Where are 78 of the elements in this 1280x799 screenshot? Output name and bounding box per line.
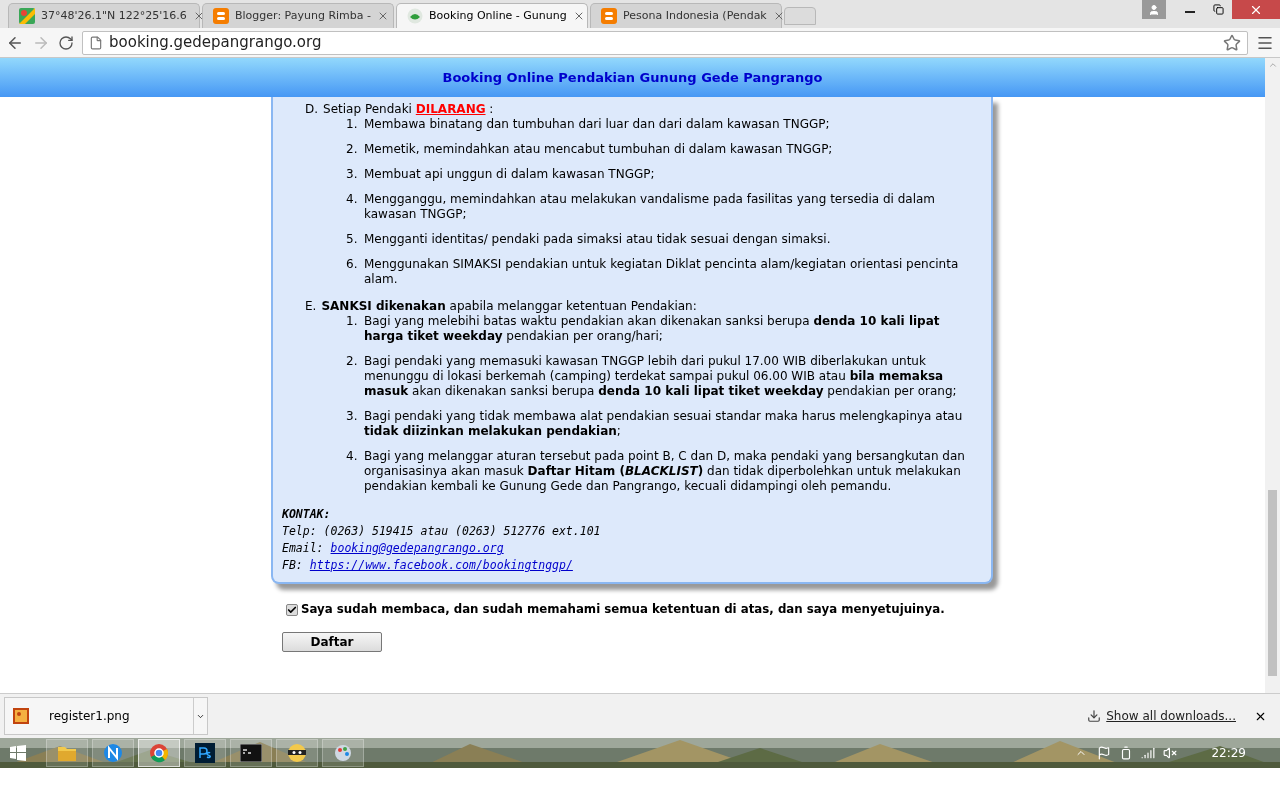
- profile-button[interactable]: [1142, 0, 1166, 19]
- contact-title: KONTAK:: [282, 506, 331, 523]
- browser-tab[interactable]: Blogger: Payung Rimba -: [202, 3, 394, 28]
- item-number: 6.: [346, 257, 359, 273]
- taskbar-button[interactable]: [92, 739, 134, 767]
- item-number: 2.: [346, 142, 359, 157]
- taskbar-button[interactable]: [184, 739, 226, 767]
- show-all-downloads-link[interactable]: Show all downloads...: [1106, 707, 1236, 725]
- section-marker: D.: [305, 102, 319, 117]
- rule-text: Mengganggu, memindahkan atau melakukan vandalisme pada fasilitas yang tersedia di dalam kawasan TNGGP;: [364, 192, 936, 222]
- muted-speaker-icon[interactable]: [1163, 746, 1178, 760]
- rule-text: Bagi pendaki yang memasuki kawasan TNGGP lebih dari pukul 17.00 WIB diberlakukan untuk menunggu di lokasi berkemah (camping) terdekat sampai pukul 06.00 WIB atau bila memaksa masuk akan dikenakan sanksi berupa denda 10 kali lipat tiket weekday pendakian per orang;: [364, 354, 958, 399]
- agree-checkbox[interactable]: [286, 603, 298, 616]
- item-number: 1.: [346, 117, 359, 132]
- blogger-icon: [601, 8, 617, 24]
- flag-icon[interactable]: [1097, 746, 1112, 760]
- agree-label: Saya sudah membaca, dan sudah memahami semua ketentuan di atas, dan saya menyetujuinya.: [301, 601, 945, 618]
- section-marker: E.: [305, 299, 317, 314]
- user-icon: [1148, 3, 1160, 16]
- compass-icon: [103, 743, 123, 763]
- rule-text: Menggunakan SIMAKSI pendakian untuk kegiatan Diklat pencinta alam/kegiatan orientasi pencinta alam.: [364, 257, 960, 287]
- item-number: 4.: [346, 449, 359, 465]
- start-icon[interactable]: [10, 745, 26, 761]
- palette-icon: [333, 743, 353, 763]
- scroll-thumb[interactable]: [1268, 490, 1277, 676]
- photo-editor-icon: [195, 743, 215, 763]
- section-heading: Setiap Pendaki DILARANG :: [323, 102, 494, 117]
- item-number: 3.: [346, 167, 359, 182]
- rule-text: Membawa binatang dan tumbuhan dari luar dan dari dalam kawasan TNGGP;: [364, 117, 830, 132]
- section-heading: SANKSI dikenakan apabila melanggar ketentuan Pendakian:: [321, 299, 697, 314]
- contact-label: FB:: [282, 557, 303, 574]
- ninja-icon: [286, 743, 308, 763]
- clock[interactable]: 22:29: [1211, 744, 1246, 762]
- contact-link[interactable]: booking@gedepangrango.org: [330, 540, 504, 557]
- contact-link[interactable]: https://www.facebook.com/bookingtnggp/: [309, 557, 573, 574]
- download-item[interactable]: register1.png: [4, 697, 208, 735]
- blogger-icon: [213, 8, 229, 24]
- reload-icon[interactable]: [58, 34, 74, 51]
- browser-tab[interactable]: Booking Online - Gunung: [396, 3, 588, 28]
- tab-title: Booking Online - Gunung: [429, 7, 567, 24]
- map-icon: [19, 8, 35, 24]
- header-title: Booking Online Pendakian Gunung Gede Pangrango: [442, 68, 823, 87]
- register-button[interactable]: Daftar: [282, 631, 382, 652]
- browser-tab[interactable]: 37°48'26.1"N 122°25'16.6: [8, 3, 200, 28]
- tab-title: 37°48'26.1"N 122°25'16.6: [41, 7, 187, 24]
- scrollbar[interactable]: [1265, 58, 1280, 693]
- rule-text: Memetik, memindahkan atau mencabut tumbuhan di dalam kawasan TNGGP;: [364, 142, 833, 157]
- page-icon: [89, 35, 103, 50]
- globe-icon: [407, 8, 423, 24]
- chrome-icon: [149, 743, 169, 763]
- item-number: 4.: [346, 192, 359, 208]
- browser-tab[interactable]: Pesona Indonesia (Pendak: [590, 3, 782, 28]
- minimize-icon: [1185, 10, 1195, 13]
- item-number: 1.: [346, 314, 359, 330]
- taskbar-button[interactable]: [230, 739, 272, 767]
- contact-label: Email:: [282, 540, 324, 557]
- rule-text: Bagi yang melanggar aturan tersebut pada point B, C dan D, maka pendaki yang bersangkutan dan organisasinya akan masuk Daftar Hitam (BLACKLIST) dan tidak diperbolehkan untuk melakukan pendakian kembali ke Gunung Gede dan Pangrango, kecuali didampingi oleh pemandu.: [364, 449, 966, 494]
- contact-text: Telp: (0263) 519415 atau (0263) 512776 ext.101: [282, 523, 601, 540]
- image-file-icon: [13, 708, 29, 724]
- tab-title: Blogger: Payung Rimba -: [235, 7, 371, 24]
- rule-text: Membuat api unggun di dalam kawasan TNGGP;: [364, 167, 655, 182]
- bookmark-star-icon[interactable]: [1223, 33, 1241, 52]
- rule-text: Bagi yang melebihi batas waktu pendakian akan dikenakan sanksi berupa denda 10 kali lipat harga tiket weekday pendakian per orang/hari;: [364, 314, 941, 344]
- terminal-icon: [240, 744, 262, 762]
- rule-text: Bagi pendaki yang tidak membawa alat pendakian sesuai standar maka harus melengkapinya atau tidak diizinkan melakukan pendakian;: [364, 409, 964, 439]
- item-number: 5.: [346, 232, 359, 247]
- item-number: 2.: [346, 354, 359, 370]
- folder-icon: [57, 744, 77, 762]
- restore-icon: [1212, 4, 1224, 15]
- url-text: booking.gedepangrango.org: [109, 32, 322, 54]
- rule-text: Mengganti identitas/ pendaki pada simaksi atau tidak sesuai dengan simaksi.: [364, 232, 831, 247]
- tab-title: Pesona Indonesia (Pendak: [623, 7, 767, 24]
- item-number: 3.: [346, 409, 359, 425]
- taskbar-button[interactable]: [276, 739, 318, 767]
- download-filename: register1.png: [49, 708, 131, 725]
- signal-icon[interactable]: [1141, 746, 1156, 760]
- address-bar[interactable]: booking.gedepangrango.org: [82, 30, 1248, 55]
- download-icon: [1087, 709, 1102, 723]
